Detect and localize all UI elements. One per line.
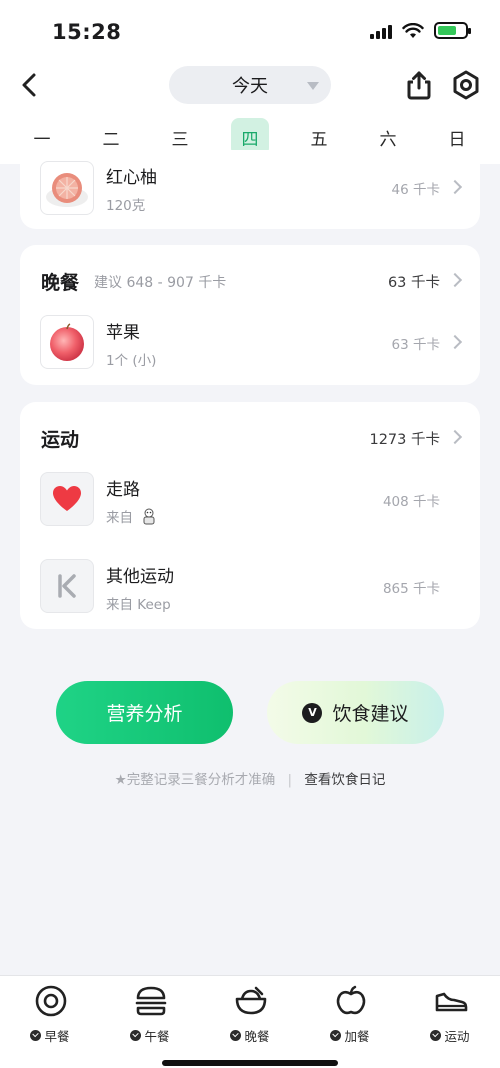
- meal-title: 晚餐: [41, 272, 80, 294]
- chevron-right-icon[interactable]: [447, 334, 463, 350]
- fried-egg-icon: [35, 985, 67, 1017]
- check-icon: [30, 1030, 42, 1041]
- exercise-source: 来自 Keep: [106, 597, 171, 613]
- nav-bar: 今天: [0, 62, 500, 110]
- meal-total-kcal[interactable]: 63 千卡: [388, 271, 440, 292]
- battery-icon: [434, 22, 471, 39]
- date-label: 今天: [232, 76, 268, 97]
- burger-icon: [135, 986, 167, 1016]
- tab-exercise-label: 运动: [444, 1029, 470, 1044]
- wifi-icon: [402, 22, 424, 38]
- snack-card: 红心柚 120克 46 千卡: [20, 150, 480, 229]
- back-arrow-icon[interactable]: [18, 70, 42, 100]
- tab-snack-label: 加餐: [344, 1029, 370, 1044]
- check-icon: [430, 1030, 442, 1041]
- food-thumbnail: [40, 161, 94, 215]
- exercise-thumbnail: [40, 472, 94, 526]
- grapefruit-icon: [46, 173, 88, 207]
- tab-breakfast-label: 早餐: [44, 1029, 70, 1044]
- chevron-right-icon[interactable]: [447, 429, 463, 445]
- check-icon: [330, 1030, 342, 1041]
- exercise-card: 运动 1273 千卡 走路 来自 408 千卡 其他运动 来自 Keep 865…: [20, 402, 480, 629]
- food-amount: 120克: [106, 198, 146, 214]
- caret-down-icon: [307, 82, 319, 90]
- tab-breakfast[interactable]: 早餐: [10, 984, 90, 1044]
- share-icon[interactable]: [404, 69, 434, 101]
- food-kcal: 63 千卡: [391, 337, 440, 353]
- bottom-tab-bar: 早餐 午餐 晚餐 加餐 运动: [0, 975, 500, 1068]
- nutrition-analysis-button[interactable]: 营养分析: [56, 681, 233, 744]
- status-bar: 15:28: [0, 0, 500, 62]
- vip-badge-icon: V: [302, 702, 323, 723]
- tip-separator: |: [287, 772, 293, 788]
- chevron-right-icon[interactable]: [447, 179, 463, 195]
- exercise-title: 运动: [41, 429, 80, 451]
- food-thumbnail: [40, 315, 94, 369]
- food-name: 苹果: [106, 323, 140, 343]
- exercise-source-label: 来自: [106, 510, 133, 526]
- dinner-card: 晚餐 建议 648 - 907 千卡 63 千卡 苹果 1个 (小) 63 千卡: [20, 245, 480, 385]
- chevron-right-icon[interactable]: [447, 272, 463, 288]
- settings-icon[interactable]: [451, 69, 481, 101]
- status-icons: [370, 22, 471, 39]
- view-diary-link[interactable]: 查看饮食日记: [304, 772, 385, 788]
- exercise-thumbnail: [40, 559, 94, 613]
- diet-suggestion-button[interactable]: V 饮食建议: [267, 681, 444, 744]
- tab-dinner-label: 晚餐: [244, 1029, 270, 1044]
- date-picker[interactable]: 今天: [169, 66, 331, 104]
- check-icon: [130, 1030, 142, 1041]
- exercise-name: 走路: [106, 480, 140, 500]
- status-time: 15:28: [52, 20, 122, 44]
- exercise-source: 来自: [106, 506, 158, 526]
- rice-bowl-icon: [235, 986, 267, 1015]
- diet-suggestion-label: 饮食建议: [332, 703, 409, 725]
- food-kcal: 46 千卡: [391, 182, 440, 198]
- tab-lunch-label: 午餐: [144, 1029, 170, 1044]
- home-indicator: [162, 1060, 338, 1066]
- tab-dinner[interactable]: 晚餐: [210, 984, 290, 1044]
- cellular-signal-icon: [370, 23, 392, 39]
- apple-photo-icon: [50, 323, 84, 361]
- heart-icon: [53, 486, 81, 511]
- tab-exercise[interactable]: 运动: [410, 984, 490, 1044]
- apple-icon: [336, 985, 366, 1015]
- keep-logo-icon: [58, 574, 76, 598]
- food-amount: 1个 (小): [106, 353, 157, 369]
- tab-snack[interactable]: 加餐: [310, 984, 390, 1044]
- sneaker-icon: [435, 992, 468, 1012]
- check-icon: [230, 1030, 242, 1041]
- tip-text: ★完整记录三餐分析才准确: [114, 772, 276, 788]
- exercise-kcal: 865 千卡: [382, 581, 440, 597]
- exercise-kcal: 408 千卡: [382, 494, 440, 510]
- source-app-icon: [143, 508, 155, 525]
- food-name: 红心柚: [106, 168, 157, 188]
- exercise-name: 其他运动: [106, 567, 174, 587]
- meal-suggestion: 建议 648 - 907 千卡: [94, 275, 227, 291]
- tip-line: ★完整记录三餐分析才准确 | 查看饮食日记: [0, 768, 500, 788]
- exercise-total-kcal[interactable]: 1273 千卡: [369, 428, 440, 449]
- tab-lunch[interactable]: 午餐: [110, 984, 190, 1044]
